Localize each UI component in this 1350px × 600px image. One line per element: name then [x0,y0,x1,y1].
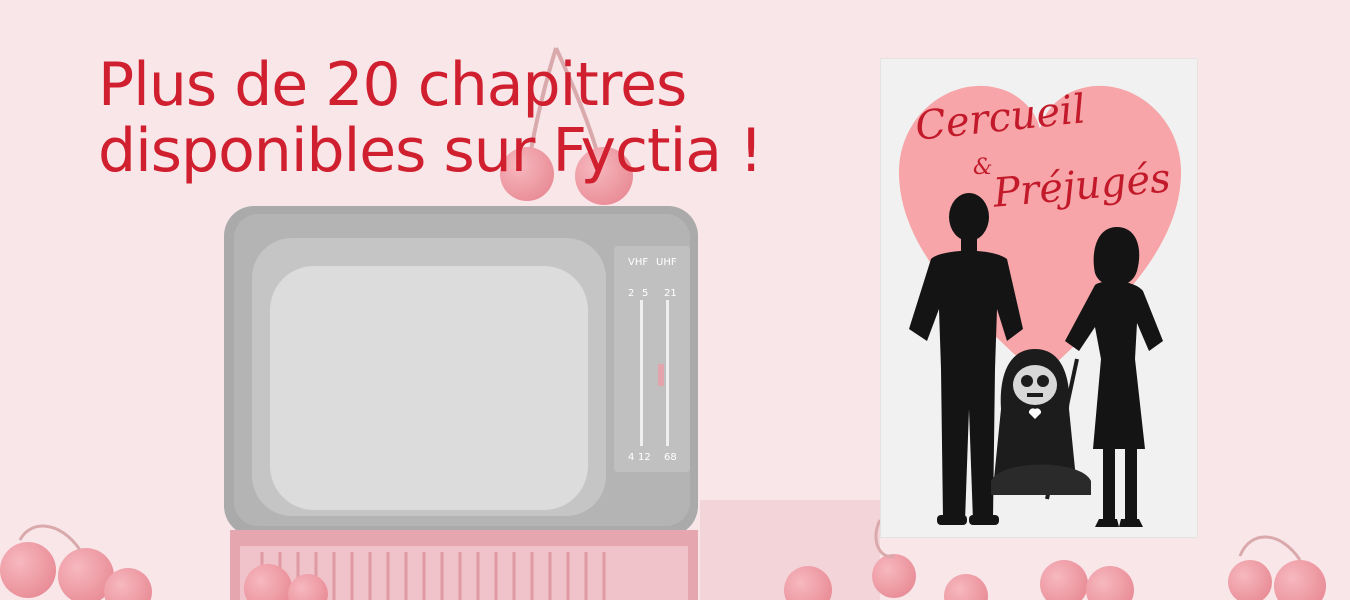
headline-line-1: Plus de 20 chapitres [98,50,687,120]
tv-num-2: 2 [628,288,634,299]
tv-num-68: 68 [664,452,677,463]
tv-num-21: 21 [664,288,677,299]
tv-num-4: 4 [628,452,634,463]
tv-illustration: VHF UHF 2 5 21 4 12 68 [224,206,698,600]
headline: Plus de 20 chapitres disponibles sur Fyc… [98,50,763,186]
tv-num-5: 5 [642,288,648,299]
book-cover: Cercueil & Préjugés [880,58,1198,538]
cover-title-ampersand: & [973,155,993,180]
tv-vhf-label: VHF [628,257,648,268]
tv-uhf-label: UHF [656,257,677,268]
tv-num-12: 12 [638,452,651,463]
reaper-illustration [991,349,1091,500]
headline-line-2: disponibles sur Fyctia ! [98,116,763,186]
